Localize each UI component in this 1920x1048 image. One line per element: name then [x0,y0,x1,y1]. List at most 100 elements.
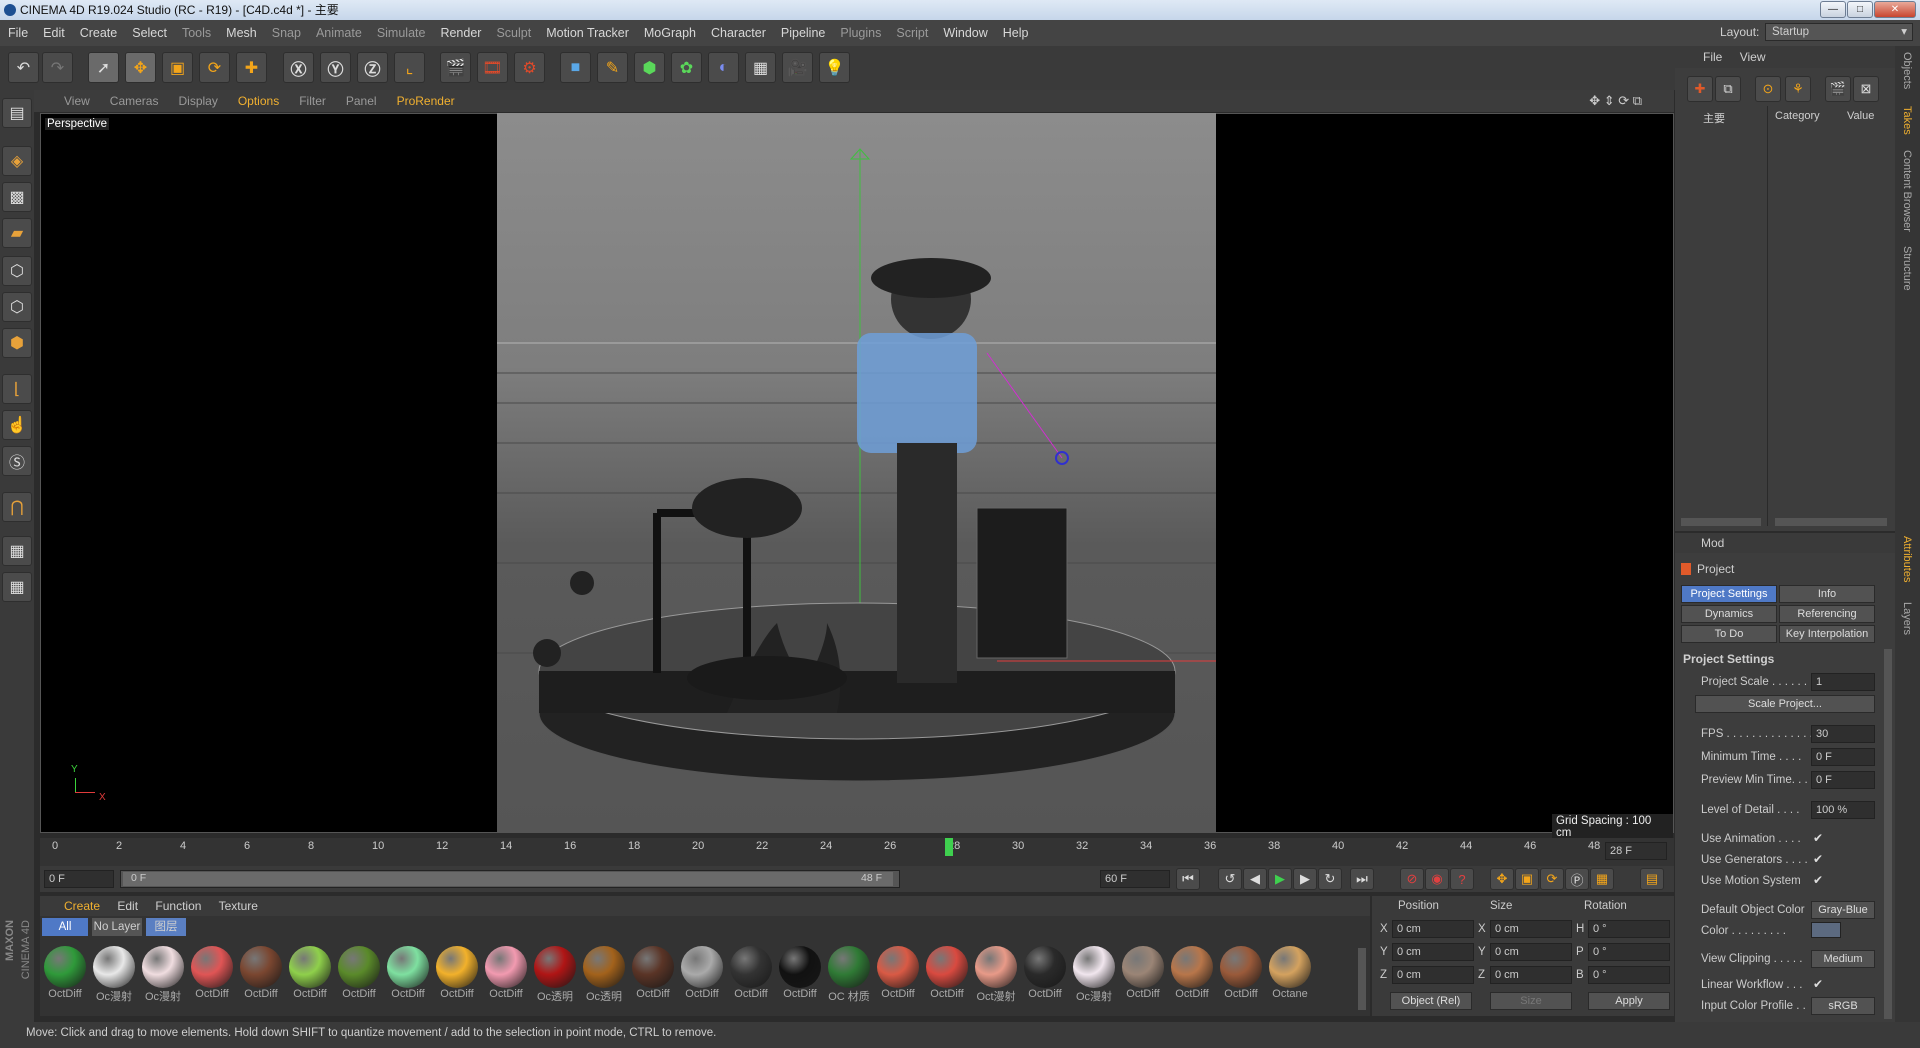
material-swatch[interactable]: OctDiff [728,944,774,1000]
keyframe-selection-icon[interactable]: ? [1450,868,1474,890]
material-swatch[interactable]: OctDiff [1218,944,1264,1000]
menu-file[interactable]: File [8,26,28,40]
solo-icon[interactable]: Ⓢ [2,446,32,476]
apply-button[interactable]: Apply [1588,992,1670,1010]
rot-p-field[interactable]: 0 ° [1588,943,1670,961]
menu-script[interactable]: Script [896,26,928,40]
objects-scrollbar-right[interactable] [1775,518,1887,526]
menu-create[interactable]: Create [80,26,118,40]
mat-menu-texture[interactable]: Texture [219,899,258,913]
takes-lock-icon[interactable]: ⊠ [1853,76,1879,102]
layout-dropdown[interactable]: Startup ▾ [1765,23,1913,41]
menu-motion-tracker[interactable]: Motion Tracker [546,26,629,40]
color-swatch[interactable] [1811,922,1841,938]
x-axis-lock-icon[interactable]: Ⓧ [283,52,314,83]
live-selection-icon[interactable]: ➚ [88,52,119,83]
cloner-icon[interactable]: ✿ [671,52,702,83]
material-swatch[interactable]: Oc透明 [581,944,627,1003]
material-swatch[interactable]: Oc漫射 [140,944,186,1003]
snap-icon[interactable]: ⋂ [2,492,32,522]
takes-new-icon[interactable]: ✚ [1687,76,1713,102]
menu-render[interactable]: Render [440,26,481,40]
y-axis-lock-icon[interactable]: Ⓨ [320,52,351,83]
menu-character[interactable]: Character [711,26,766,40]
obj-menu-view[interactable]: View [1740,50,1766,64]
scale-project-button[interactable]: Scale Project... [1695,695,1875,713]
takes-clone-icon[interactable]: ⧉ [1715,76,1741,102]
range-slider[interactable]: 0 F 48 F [120,870,900,888]
minimize-button[interactable]: — [1820,1,1846,18]
pos-x-field[interactable]: 0 cm [1392,920,1474,938]
use-motion-system-checkbox[interactable]: ✔ [1813,873,1823,887]
menu-window[interactable]: Window [943,26,987,40]
takes-override-icon[interactable]: ⊙ [1755,76,1781,102]
mat-menu-create[interactable]: Create [64,899,100,913]
polygons-mode-icon[interactable]: ⬢ [2,328,32,358]
view-clipping-dropdown[interactable]: Medium [1811,950,1875,968]
playhead[interactable] [945,838,953,856]
material-swatch[interactable]: OctDiff [1120,944,1166,1000]
size-mode-dropdown[interactable]: Size [1490,992,1572,1010]
tab-referencing[interactable]: Referencing [1779,605,1875,623]
rot-h-field[interactable]: 0 ° [1588,920,1670,938]
material-swatch[interactable]: OctDiff [189,944,235,1000]
tab-info[interactable]: Info [1779,585,1875,603]
workplane-icon[interactable]: ▰ [2,218,32,248]
vtab-layers[interactable]: Layers [1901,602,1913,635]
floor-icon[interactable]: ▦ [745,52,776,83]
viewport-nav-icon[interactable]: ✥ ⇕ ⟳ ⧉ [1589,93,1642,109]
tab-to-do[interactable]: To Do [1681,625,1777,643]
menu-pipeline[interactable]: Pipeline [781,26,825,40]
material-swatch[interactable]: OctDiff [238,944,284,1000]
material-swatch[interactable]: Oct漫射 [973,944,1019,1003]
redo-icon[interactable]: ↷ [42,52,73,83]
pos-z-field[interactable]: 0 cm [1392,966,1474,984]
menu-sculpt[interactable]: Sculpt [496,26,531,40]
key-rotation-icon[interactable]: ⟳ [1540,868,1564,890]
points-mode-icon[interactable]: ⬡ [2,256,32,286]
fps-field[interactable]: 30 [1811,725,1875,743]
vp-menu-prorender[interactable]: ProRender [397,94,455,108]
camera-icon[interactable]: 🎥 [782,52,813,83]
key-param-icon[interactable]: Ⓟ [1565,868,1589,890]
mat-menu-function[interactable]: Function [155,899,201,913]
maximize-button[interactable]: □ [1847,1,1873,18]
project-scale-field[interactable]: 1 [1811,673,1875,691]
objects-scrollbar-left[interactable] [1681,518,1761,526]
go-to-start-icon[interactable]: ⏮ [1176,868,1200,890]
material-swatch[interactable]: OC 材质 [826,944,872,1003]
material-swatch[interactable]: OctDiff [1169,944,1215,1000]
material-swatch[interactable]: OctDiff [434,944,480,1000]
quantize-icon[interactable]: ▦ [2,572,32,602]
material-swatch[interactable]: Oc漫射 [91,944,137,1003]
material-swatch[interactable]: OctDiff [924,944,970,1000]
menu-mesh[interactable]: Mesh [226,26,257,40]
takes-auto-icon[interactable]: ⚘ [1785,76,1811,102]
tab-key-interpolation[interactable]: Key Interpolation [1779,625,1875,643]
make-editable-icon[interactable]: ▤ [2,98,32,128]
input-color-profile-dropdown[interactable]: sRGB [1811,997,1875,1015]
coordinate-system-icon[interactable]: ⌞ [394,52,425,83]
tab-dynamics[interactable]: Dynamics [1681,605,1777,623]
end-frame-field[interactable]: 60 F [1100,870,1170,888]
take-item-main[interactable]: 主要 [1703,110,1725,126]
rotate-tool-icon[interactable]: ⟳ [199,52,230,83]
start-frame-field[interactable]: 0 F [44,870,114,888]
render-view-icon[interactable]: 🎬 [440,52,471,83]
preview-min-time-field[interactable]: 0 F [1811,771,1875,789]
move-tool-icon[interactable]: ✥ [125,52,156,83]
level-of-detail-field[interactable]: 100 % [1811,801,1875,819]
material-swatch[interactable]: OctDiff [1022,944,1068,1000]
menu-help[interactable]: Help [1003,26,1029,40]
cube-icon[interactable]: ■ [560,52,591,83]
material-swatch[interactable]: OctDiff [777,944,823,1000]
minimum-time-field[interactable]: 0 F [1811,748,1875,766]
object-mode-dropdown[interactable]: Object (Rel) [1390,992,1472,1010]
autokey-icon[interactable]: ◉ [1425,868,1449,890]
record-icon[interactable]: ⊘ [1400,868,1424,890]
key-pla-icon[interactable]: ▦ [1590,868,1614,890]
material-swatch[interactable]: OctDiff [875,944,921,1000]
use-animation-checkbox[interactable]: ✔ [1813,831,1823,845]
material-swatch[interactable]: Octane [1267,944,1313,1000]
material-swatch[interactable]: OctDiff [483,944,529,1000]
